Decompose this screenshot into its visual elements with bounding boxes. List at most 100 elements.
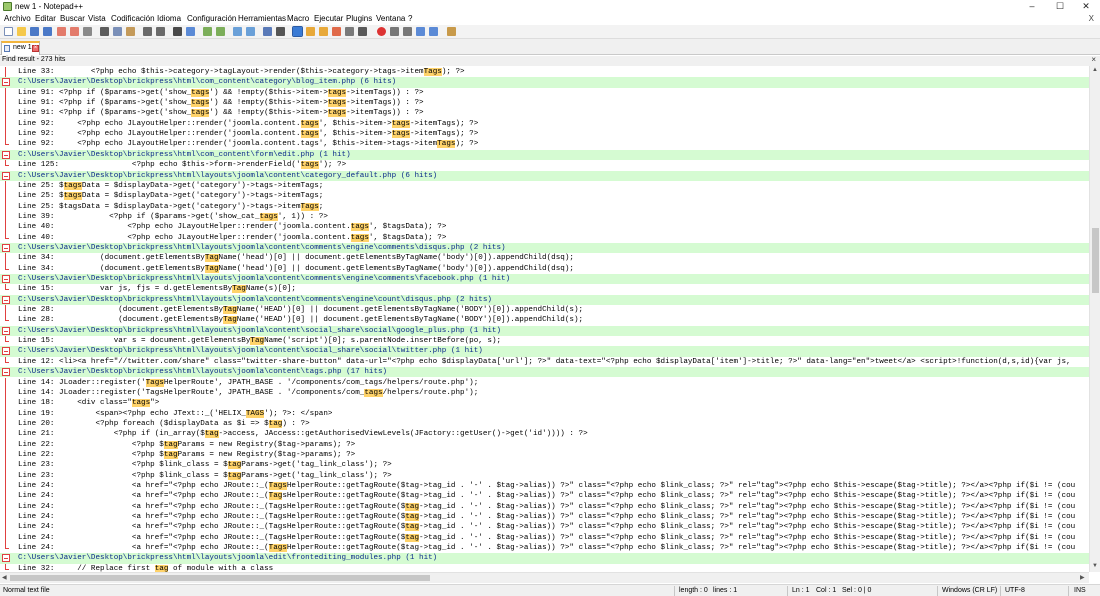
result-hit-line[interactable]: Line 34: (document.getElementsByTagName(… [0, 253, 1089, 264]
fold-toggle-icon[interactable] [2, 171, 10, 180]
result-hit-line[interactable]: Line 24: <a href="<?php echo JRoute::_(T… [0, 532, 1089, 544]
horizontal-scrollbar[interactable]: ◀ ▶ [0, 572, 1089, 583]
result-file-header[interactable]: C:\Users\Javier\Desktop\brickpress\html\… [0, 294, 1089, 306]
close-document-button[interactable]: X [1089, 14, 1094, 23]
result-file-header[interactable]: C:\Users\Javier\Desktop\brickpress\html\… [0, 149, 1089, 161]
menu-ventana[interactable]: Ventana [376, 14, 405, 23]
play-macro-icon[interactable] [403, 27, 412, 36]
undo-icon[interactable] [143, 27, 152, 36]
new-file-icon[interactable] [4, 27, 13, 36]
menu-configuracion[interactable]: Configuración [187, 14, 236, 23]
sync-vertical-icon[interactable] [233, 27, 242, 36]
result-file-header[interactable]: C:\Users\Javier\Desktop\brickpress\html\… [0, 242, 1089, 254]
result-hit-line[interactable]: Line 32: // Replace first tag of module … [0, 563, 1089, 572]
zoom-out-icon[interactable] [216, 27, 225, 36]
find-icon[interactable] [173, 27, 182, 36]
close-file-icon[interactable] [57, 27, 66, 36]
fold-toggle-icon[interactable] [2, 347, 10, 356]
save-icon[interactable] [30, 27, 39, 36]
result-hit-line[interactable]: Line 92: <?php echo JLayoutHelper::rende… [0, 118, 1089, 130]
result-hit-line[interactable]: Line 22: <?php $tagParams = new Registry… [0, 449, 1089, 461]
save-all-icon[interactable] [43, 27, 52, 36]
result-hit-line[interactable]: Line 24: <a href="<?php echo JRoute::_(T… [0, 481, 1089, 492]
menu-vista[interactable]: Vista [88, 14, 106, 23]
replace-icon[interactable] [186, 27, 195, 36]
fold-toggle-icon[interactable] [2, 243, 10, 252]
result-file-header[interactable]: C:\Users\Javier\Desktop\brickpress\html\… [0, 346, 1089, 357]
result-hit-line[interactable]: Line 39: <?php if ($params->get('show_ca… [0, 211, 1089, 223]
open-file-icon[interactable] [17, 27, 26, 36]
menu-plugins[interactable]: Plugins [346, 14, 372, 23]
function-list-icon[interactable] [332, 27, 341, 36]
menu-idioma[interactable]: Idioma [157, 14, 181, 23]
save-macro-icon[interactable] [429, 27, 438, 36]
fold-toggle-icon[interactable] [2, 78, 10, 87]
redo-icon[interactable] [156, 27, 165, 36]
result-hit-line[interactable]: Line 18: <div class="tags"> [0, 398, 1089, 409]
scroll-up-arrow-icon[interactable]: ▲ [1092, 67, 1098, 73]
result-file-header[interactable]: C:\Users\Javier\Desktop\brickpress\html\… [0, 170, 1089, 181]
result-hit-line[interactable]: Line 23: <?php $link_class = $tagParams-… [0, 460, 1089, 471]
result-hit-line[interactable]: Line 91: <?php if ($params->get('show_ta… [0, 98, 1089, 109]
result-hit-line[interactable]: Line 22: <?php $tagParams = new Registry… [0, 439, 1089, 450]
maximize-button[interactable]: ☐ [1048, 0, 1072, 13]
menu-buscar[interactable]: Buscar [60, 14, 85, 23]
fold-toggle-icon[interactable] [2, 150, 10, 159]
result-hit-line[interactable]: Line 33: <?php echo $this->category->tag… [0, 67, 1089, 78]
stop-macro-icon[interactable] [390, 27, 399, 36]
fold-toggle-icon[interactable] [2, 275, 10, 283]
cut-icon[interactable] [100, 27, 109, 36]
indent-guide-icon[interactable] [292, 26, 303, 37]
result-hit-line[interactable]: Line 14: JLoader::register('TagsHelperRo… [0, 377, 1089, 388]
result-hit-line[interactable]: Line 15: var js, fjs = d.getElementsByTa… [0, 284, 1089, 294]
record-macro-icon[interactable] [377, 27, 386, 36]
result-hit-line[interactable]: Line 20: <?php foreach ($displayData as … [0, 418, 1089, 430]
menu-archivo[interactable]: Archivo [4, 14, 31, 23]
scroll-right-arrow-icon[interactable]: ▶ [1080, 574, 1085, 581]
menu-help[interactable]: ? [408, 14, 412, 23]
result-hit-line[interactable]: Line 24: <a href="<?php echo JRoute::_(T… [0, 512, 1089, 523]
result-hit-line[interactable]: Line 40: <?php echo JLayoutHelper::rende… [0, 232, 1089, 243]
result-file-header[interactable]: C:\Users\Javier\Desktop\brickpress\html\… [0, 77, 1089, 88]
menu-codificacion[interactable]: Codificación [111, 14, 155, 23]
result-hit-line[interactable]: Line 23: <?php $link_class = $tagParams-… [0, 470, 1089, 481]
folder-workspace-icon[interactable] [345, 27, 354, 36]
result-hit-line[interactable]: Line 92: <?php echo JLayoutHelper::rende… [0, 139, 1089, 149]
find-results-list[interactable]: Line 33: <?php echo $this->category->tag… [0, 66, 1089, 572]
result-hit-line[interactable]: Line 92: <?php echo JLayoutHelper::rende… [0, 129, 1089, 140]
fold-toggle-icon[interactable] [2, 295, 10, 304]
menu-ejecutar[interactable]: Ejecutar [314, 14, 343, 23]
result-hit-line[interactable]: Line 25: $tagsData = $displayData->get('… [0, 201, 1089, 212]
show-all-chars-icon[interactable] [276, 27, 285, 36]
scroll-down-arrow-icon[interactable]: ▼ [1092, 563, 1098, 569]
result-hit-line[interactable]: Line 34: (document.getElementsByTagName(… [0, 263, 1089, 274]
vertical-scrollbar[interactable]: ▲ ▼ [1089, 66, 1100, 572]
find-result-close-button[interactable]: × [1091, 55, 1096, 64]
plugin-icon[interactable] [447, 27, 456, 36]
result-hit-line[interactable]: Line 25: $tagsData = $displayData->get('… [0, 191, 1089, 202]
result-hit-line[interactable]: Line 91: <?php if ($params->get('show_ta… [0, 108, 1089, 119]
scroll-left-arrow-icon[interactable]: ◀ [2, 574, 7, 581]
menu-editar[interactable]: Editar [35, 14, 56, 23]
result-hit-line[interactable]: Line 19: <span><?php echo JText::_('HELI… [0, 408, 1089, 419]
result-hit-line[interactable]: Line 15: var s = document.getElementsByT… [0, 336, 1089, 346]
result-file-header[interactable]: C:\Users\Javier\Desktop\brickpress\html\… [0, 325, 1089, 337]
tab-close-icon[interactable]: × [32, 45, 39, 52]
result-hit-line[interactable]: Line 14: JLoader::register('TagsHelperRo… [0, 387, 1089, 399]
result-hit-line[interactable]: Line 91: <?php if ($params->get('show_ta… [0, 87, 1089, 99]
result-hit-line[interactable]: Line 21: <?php if (in_array($tag->access… [0, 429, 1089, 440]
close-all-icon[interactable] [70, 27, 79, 36]
fold-toggle-icon[interactable] [2, 326, 10, 335]
result-hit-line[interactable]: Line 40: <?php echo JLayoutHelper::rende… [0, 222, 1089, 233]
menu-macro[interactable]: Macro [287, 14, 309, 23]
run-macro-multiple-icon[interactable] [416, 27, 425, 36]
minimize-button[interactable]: – [1020, 0, 1044, 13]
tab-new-1[interactable]: new 1 × [1, 41, 40, 55]
fold-toggle-icon[interactable] [2, 554, 10, 563]
result-file-header[interactable]: C:\Users\Javier\Desktop\brickpress\html\… [0, 367, 1089, 378]
menu-herramientas[interactable]: Herramientas [238, 14, 286, 23]
close-window-button[interactable]: ✕ [1074, 0, 1098, 13]
zoom-in-icon[interactable] [203, 27, 212, 36]
lang-udl-icon[interactable] [306, 27, 315, 36]
result-hit-line[interactable]: Line 24: <a href="<?php echo JRoute::_(T… [0, 543, 1089, 553]
